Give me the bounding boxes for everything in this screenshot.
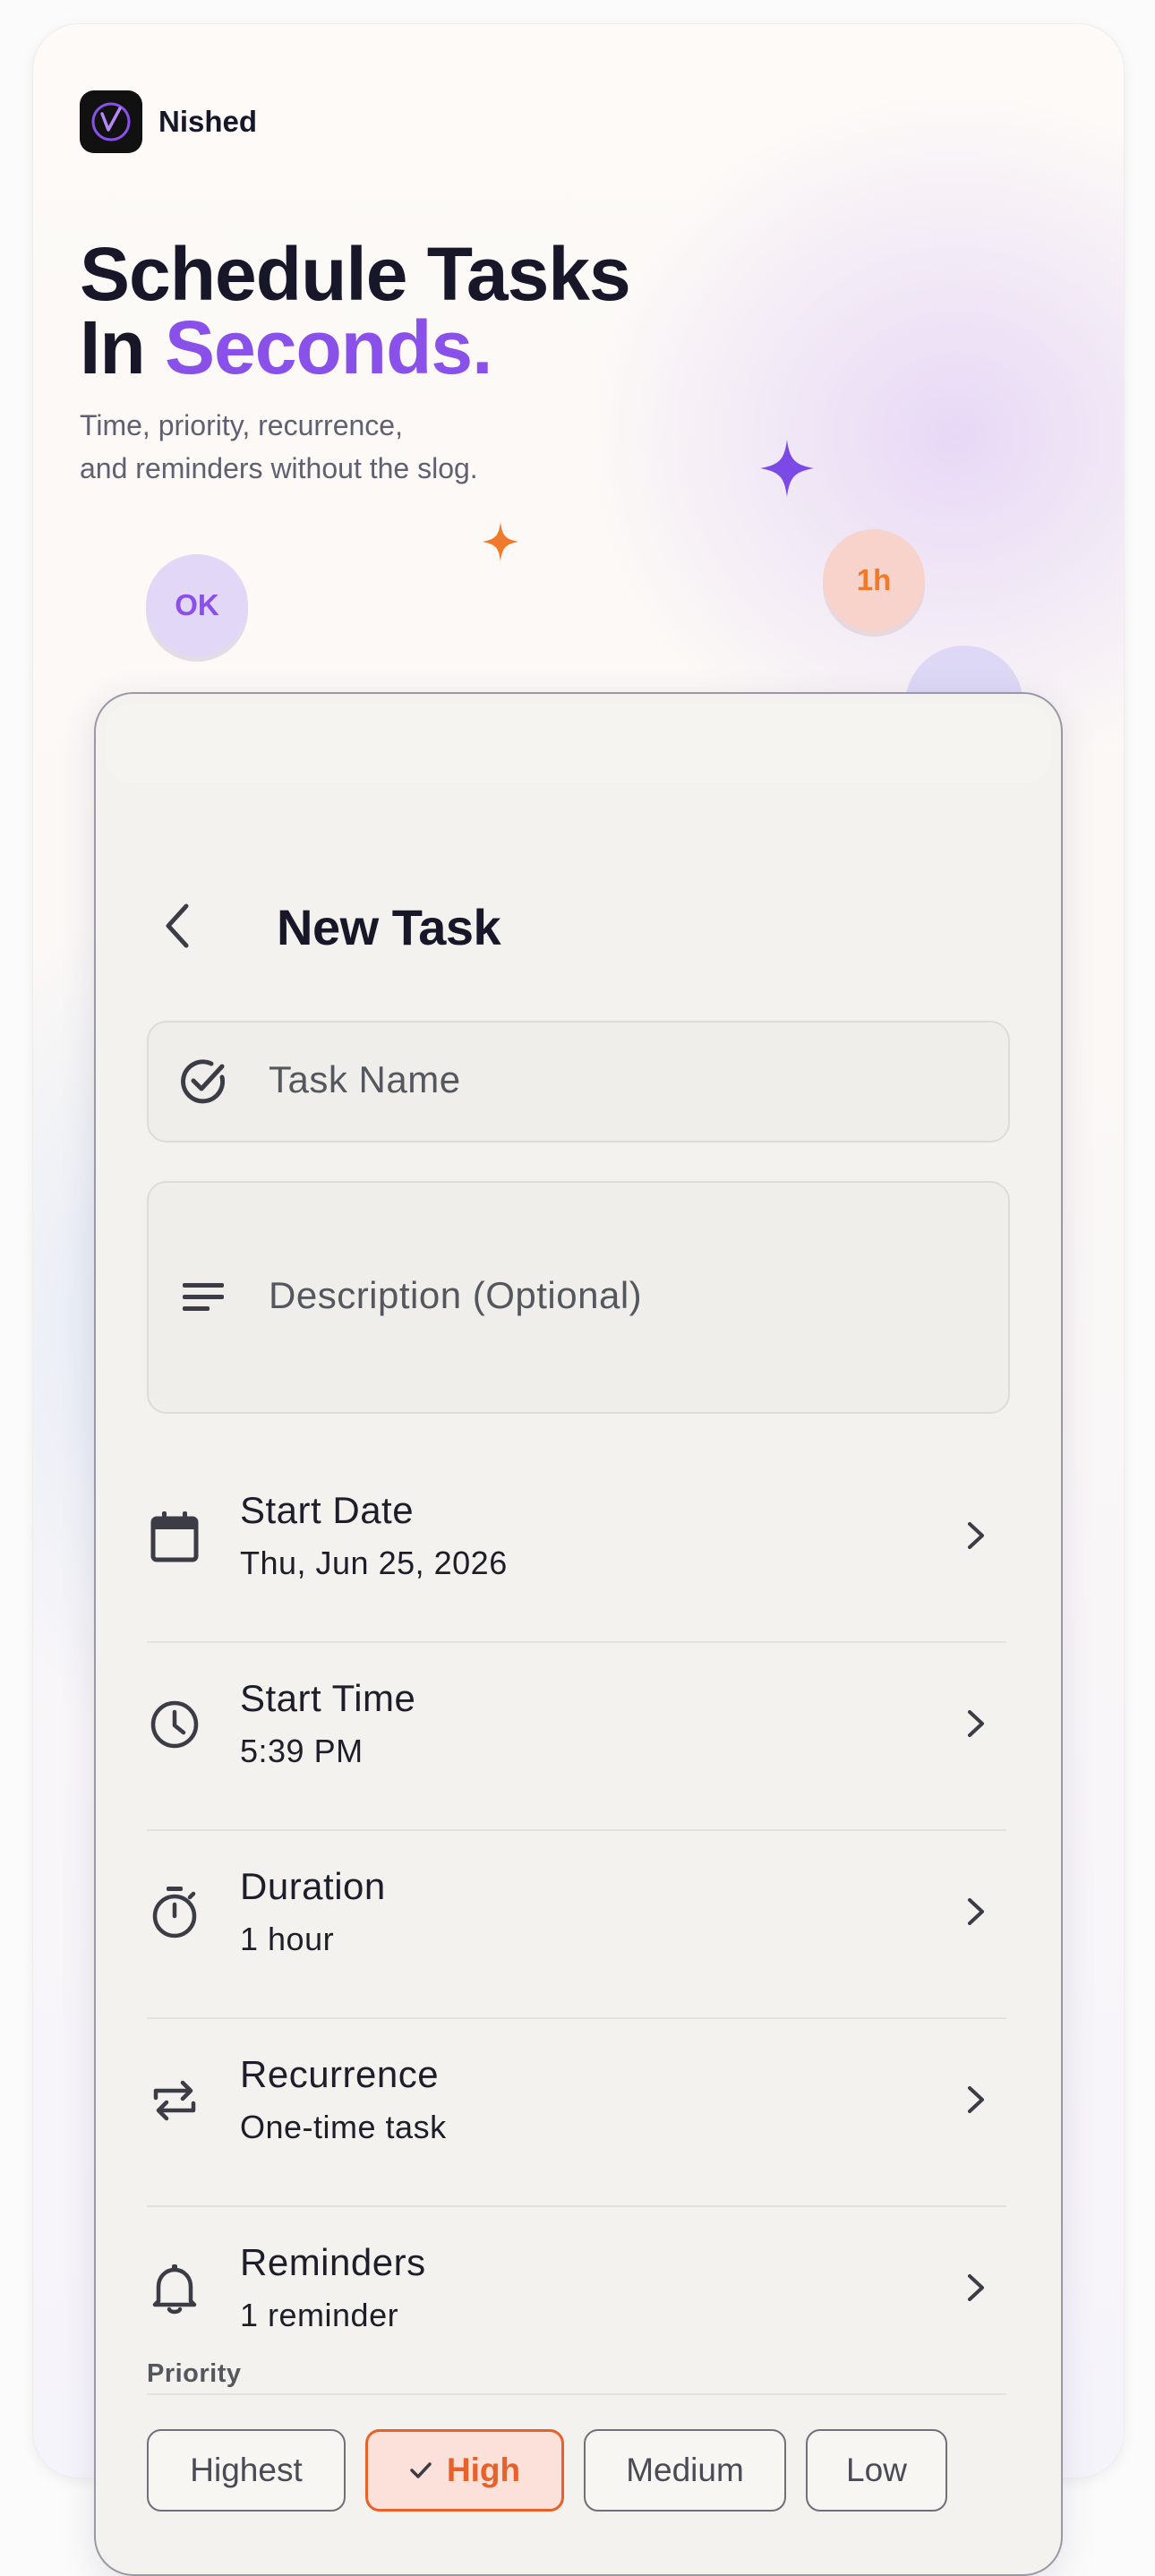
- purple-glow: [588, 96, 1124, 776]
- row-value: 5:39 PM: [240, 1733, 364, 1769]
- nav-bar: New Task: [96, 882, 1061, 971]
- hero-title-line1: Schedule Tasks: [80, 232, 631, 316]
- calendar-icon: [147, 1509, 202, 1564]
- app-logo-icon: [80, 90, 142, 153]
- chevron-right-icon: [956, 1704, 996, 1743]
- check-icon: [410, 2462, 432, 2478]
- row-value: 1 hour: [240, 1921, 335, 1957]
- hour-bubble: 1h: [823, 529, 925, 631]
- reminders-row[interactable]: Reminders 1 reminder: [147, 2205, 1006, 2395]
- hero-title: Schedule Tasks In Seconds.: [80, 232, 631, 385]
- stopwatch-icon: [147, 1885, 202, 1940]
- hero-subtitle: Time, priority, recurrence, and reminder…: [80, 404, 617, 490]
- priority-chip-low[interactable]: Low: [806, 2429, 947, 2512]
- brand-name: Nished: [158, 105, 258, 138]
- row-label: Duration: [240, 1865, 386, 1907]
- chevron-left-icon: [166, 903, 189, 948]
- clock-icon: [147, 1697, 202, 1752]
- priority-chip-medium[interactable]: Medium: [584, 2429, 786, 2512]
- description-placeholder: Description (Optional): [269, 1274, 643, 1316]
- chevron-right-icon: [956, 1516, 996, 1555]
- check-circle-icon: [177, 1056, 229, 1108]
- page-title: New Task: [277, 899, 501, 955]
- text-lines-icon: [177, 1271, 229, 1323]
- priority-chip-highest[interactable]: Highest: [147, 2429, 346, 2512]
- hero-title-line2: In Seconds.: [80, 310, 630, 385]
- priority-selector: Highest High Medium Low: [147, 2429, 947, 2512]
- phone-mockup: New Task Task Name Description (Optional…: [94, 692, 1063, 2576]
- row-value: One-time task: [240, 2109, 447, 2145]
- duration-row[interactable]: Duration 1 hour: [147, 1829, 1006, 2019]
- task-name-input[interactable]: Task Name: [147, 1021, 1010, 1143]
- row-value: Thu, Jun 25, 2026: [240, 1545, 508, 1581]
- phone-status-area: [105, 703, 1052, 783]
- chevron-right-icon: [956, 2268, 996, 2307]
- row-label: Start Time: [240, 1677, 416, 1719]
- brand: Nished: [80, 90, 257, 153]
- hero-title-prefix: In: [80, 305, 165, 389]
- row-label: Start Date: [240, 1489, 415, 1531]
- task-name-placeholder: Task Name: [269, 1058, 461, 1100]
- hero-subtitle-line1: Time, priority, recurrence,: [80, 409, 403, 441]
- chevron-right-icon: [956, 1892, 996, 1931]
- chevron-right-icon: [956, 2080, 996, 2119]
- priority-label: Priority: [147, 2359, 242, 2388]
- row-value: 1 reminder: [240, 2297, 399, 2333]
- hero-subtitle-line2: and reminders without the slog.: [80, 452, 478, 484]
- orange-sparkle-icon: [483, 522, 518, 561]
- recurrence-row[interactable]: Recurrence One-time task: [147, 2017, 1006, 2207]
- priority-chip-high-label: High: [446, 2452, 521, 2488]
- row-label: Reminders: [240, 2241, 426, 2283]
- repeat-icon: [147, 2073, 202, 2128]
- start-time-row[interactable]: Start Time 5:39 PM: [147, 1641, 1006, 1831]
- purple-sparkle-icon: [760, 440, 814, 497]
- bell-icon: [147, 2261, 202, 2316]
- hero-title-accent: Seconds.: [165, 305, 492, 389]
- back-button[interactable]: [146, 894, 209, 957]
- ok-bubble: OK: [146, 554, 248, 656]
- row-label: Recurrence: [240, 2053, 440, 2095]
- start-date-row[interactable]: Start Date Thu, Jun 25, 2026: [147, 1453, 1006, 1643]
- description-input[interactable]: Description (Optional): [147, 1181, 1010, 1414]
- priority-chip-high[interactable]: High: [365, 2429, 564, 2512]
